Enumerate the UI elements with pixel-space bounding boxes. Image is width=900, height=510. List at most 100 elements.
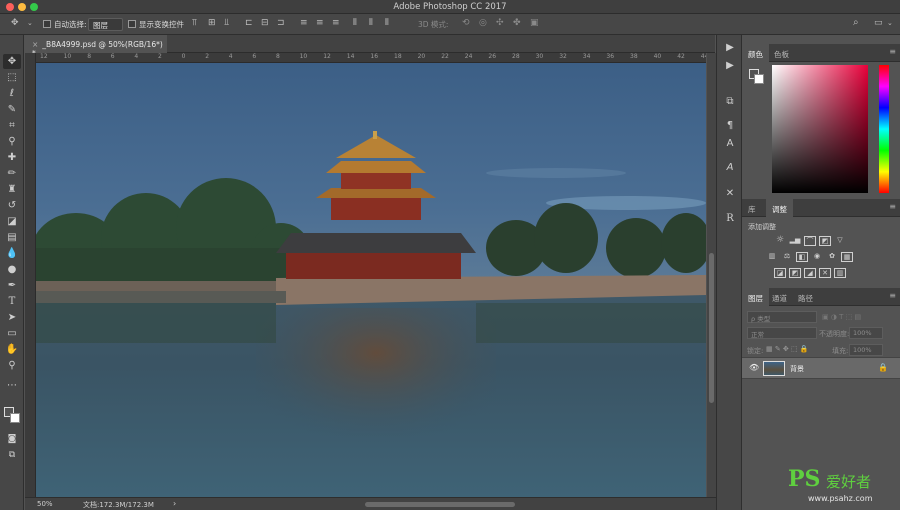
posterize-icon[interactable]: ◩ xyxy=(789,268,801,278)
more-tools-icon[interactable]: ⋯ xyxy=(3,378,21,393)
type-tool-icon[interactable]: T xyxy=(3,294,21,309)
plugin-icon[interactable]: R xyxy=(722,212,738,226)
hand-tool-icon[interactable]: ✋ xyxy=(3,342,21,357)
opacity-input[interactable]: 100% xyxy=(849,327,883,339)
3d-roll-icon[interactable]: ◎ xyxy=(479,19,487,28)
3d-scale-icon[interactable]: ▣ xyxy=(530,19,539,28)
quick-select-tool-icon[interactable]: ✎ xyxy=(3,102,21,117)
tab-paths[interactable]: 路径 xyxy=(792,288,819,306)
zoom-tool-icon[interactable]: ⚲ xyxy=(3,358,21,373)
search-icon[interactable]: ⌕ xyxy=(853,18,859,28)
3d-slide-icon[interactable]: ✤ xyxy=(513,19,521,28)
rectangle-tool-icon[interactable]: ▭ xyxy=(3,326,21,341)
tab-layers[interactable]: 图层 xyxy=(742,288,769,306)
3d-rotate-icon[interactable]: ⟲ xyxy=(462,19,470,28)
eyedropper-tool-icon[interactable]: ⚲ xyxy=(3,134,21,149)
color-field[interactable] xyxy=(772,65,868,193)
align-hcenter-icon[interactable]: ⊟ xyxy=(261,19,269,28)
quick-mask-icon[interactable]: ◙ xyxy=(3,432,21,447)
align-right-icon[interactable]: ⊐ xyxy=(277,19,285,28)
hue-sat-icon[interactable]: ▥ xyxy=(766,252,778,262)
scroll-thumb[interactable] xyxy=(709,253,714,403)
bg-swatch-small[interactable] xyxy=(754,74,764,84)
move-tool-icon[interactable]: ✥ xyxy=(11,19,19,28)
history-brush-tool-icon[interactable]: ↺ xyxy=(3,198,21,213)
brush-settings-icon[interactable]: ¶ xyxy=(722,119,738,133)
levels-icon[interactable]: ▂▅ xyxy=(789,236,801,246)
vibrance-icon[interactable]: ▽ xyxy=(834,236,846,246)
properties-icon[interactable]: ⧉ xyxy=(722,95,738,109)
chevron-down-icon[interactable]: ⌄ xyxy=(27,20,33,27)
workspace-icon[interactable]: ▭ xyxy=(874,19,883,28)
status-menu-arrow-icon[interactable]: › xyxy=(173,499,176,508)
tool-presets-icon[interactable]: ✕ xyxy=(722,187,738,201)
color-lookup-icon[interactable]: ▦ xyxy=(841,252,853,262)
distribute-left-icon[interactable]: ⫴ xyxy=(353,19,357,28)
tab-adjustments[interactable]: 调整 xyxy=(766,199,793,217)
blur-tool-icon[interactable]: 💧 xyxy=(3,246,21,261)
paragraph-icon[interactable]: A xyxy=(722,161,738,175)
auto-select-dropdown[interactable]: 图层 xyxy=(88,18,123,31)
curves-icon[interactable]: ⌒ xyxy=(804,236,816,246)
brush-tool-icon[interactable]: ✏ xyxy=(3,166,21,181)
path-select-tool-icon[interactable]: ➤ xyxy=(3,310,21,325)
color-balance-icon[interactable]: ⚖ xyxy=(781,252,793,262)
lock-icons[interactable]: ▦ ✎ ✥ ⬚ 🔒 xyxy=(766,345,809,353)
photo-filter-icon[interactable]: ◉ xyxy=(811,252,823,262)
marquee-tool-icon[interactable]: ⬚ xyxy=(3,70,21,85)
visibility-eye-icon[interactable]: 👁 xyxy=(749,363,759,372)
layer-filter-dropdown[interactable]: ρ 类型 xyxy=(747,311,817,323)
align-top-icon[interactable]: ⫪ xyxy=(192,19,197,28)
layer-name[interactable]: 背景 xyxy=(790,364,804,374)
blend-mode-dropdown[interactable]: 正常 xyxy=(747,327,817,339)
eraser-tool-icon[interactable]: ◪ xyxy=(3,214,21,229)
align-left-icon[interactable]: ⊏ xyxy=(245,19,253,28)
filter-icons[interactable]: ▣ ◑ T ⬚ ▤ xyxy=(822,313,861,321)
align-vcenter-icon[interactable]: ⊞ xyxy=(208,19,216,28)
tab-color[interactable]: 颜色 xyxy=(742,44,769,62)
crop-tool-icon[interactable]: ⌗ xyxy=(3,118,21,133)
history-icon[interactable]: ▶ xyxy=(722,41,738,55)
hue-slider[interactable] xyxy=(879,65,889,193)
align-bottom-icon[interactable]: ⫫ xyxy=(224,19,229,28)
distribute-vcenter-icon[interactable]: ≡ xyxy=(316,19,324,28)
dodge-tool-icon[interactable]: ● xyxy=(3,262,21,277)
panel-menu-icon[interactable]: ≡ xyxy=(889,202,896,211)
tab-channels[interactable]: 通道 xyxy=(766,288,793,306)
black-white-icon[interactable]: ◧ xyxy=(796,252,808,262)
canvas-vertical-scrollbar[interactable] xyxy=(707,53,716,497)
brightness-icon[interactable]: ☼ xyxy=(774,236,786,246)
actions-icon[interactable]: ▶ xyxy=(722,59,738,73)
gradient-tool-icon[interactable]: ▤ xyxy=(3,230,21,245)
workspace-chevron-icon[interactable]: ⌄ xyxy=(887,20,893,27)
background-color-swatch[interactable] xyxy=(10,413,20,423)
move-tool-icon[interactable]: ✥ xyxy=(3,54,21,69)
pen-tool-icon[interactable]: ✒ xyxy=(3,278,21,293)
distribute-top-icon[interactable]: ≡ xyxy=(300,19,308,28)
document-tab[interactable]: ×_B8A4999.psd @ 50%(RGB/16*) * xyxy=(25,35,167,58)
invert-icon[interactable]: ◪ xyxy=(774,268,786,278)
distribute-bottom-icon[interactable]: ≡ xyxy=(332,19,340,28)
gradient-map-icon[interactable]: ▥ xyxy=(834,268,846,278)
exposure-icon[interactable]: ◩ xyxy=(819,236,831,246)
panel-menu-icon[interactable]: ≡ xyxy=(889,291,896,300)
3d-drag-icon[interactable]: ✣ xyxy=(496,19,504,28)
stamp-tool-icon[interactable]: ♜ xyxy=(3,182,21,197)
lasso-tool-icon[interactable]: ℓ xyxy=(3,86,21,101)
threshold-icon[interactable]: ◢ xyxy=(804,268,816,278)
tab-libraries[interactable]: 库 xyxy=(742,199,762,217)
character-icon[interactable]: A xyxy=(722,137,738,151)
distribute-right-icon[interactable]: ⫴ xyxy=(385,19,389,28)
tab-swatches[interactable]: 色板 xyxy=(768,44,795,62)
selective-color-icon[interactable]: ✕ xyxy=(819,268,831,278)
layer-row[interactable]: 👁 背景 🔒 xyxy=(742,357,900,379)
fill-input[interactable]: 100% xyxy=(849,344,883,356)
channel-mixer-icon[interactable]: ✿ xyxy=(826,252,838,262)
close-tab-icon[interactable]: × xyxy=(32,40,38,49)
screen-mode-icon[interactable]: ⧉ xyxy=(3,448,21,463)
healing-tool-icon[interactable]: ✚ xyxy=(3,150,21,165)
zoom-level[interactable]: 50% xyxy=(37,500,53,508)
panel-menu-icon[interactable]: ≡ xyxy=(889,47,896,56)
auto-select-checkbox[interactable] xyxy=(43,20,51,28)
horizontal-scroll-thumb[interactable] xyxy=(365,502,515,507)
